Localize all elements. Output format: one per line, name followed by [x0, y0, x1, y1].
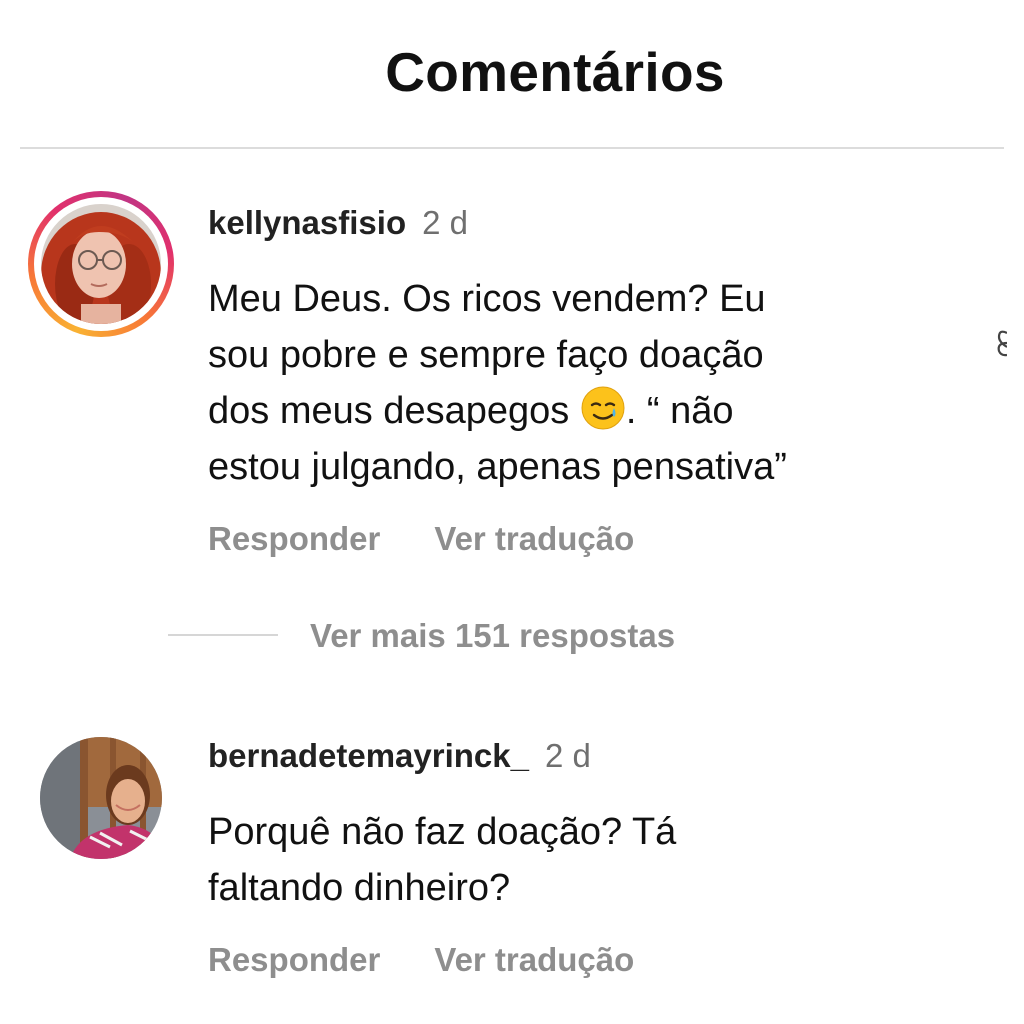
story-ring[interactable]	[28, 191, 174, 337]
comment-text: Meu Deus. Os ricos vendem? Eu sou pobre …	[208, 271, 968, 495]
smiling-face-with-tear-icon	[581, 386, 625, 430]
comment-meta: bernadetemayrinck_ 2 d	[208, 736, 591, 776]
header-divider	[20, 147, 1004, 149]
avatar[interactable]	[40, 737, 162, 859]
comment-text-line: sou pobre e sempre faço doação	[208, 334, 764, 376]
comment-text-line: dos meus desapegos	[208, 390, 580, 432]
comments-header: Comentários	[0, 0, 1024, 149]
timestamp: 2 d	[545, 737, 591, 774]
comment-text-line: Porquê não faz doação? Tá	[208, 811, 677, 853]
username[interactable]: bernadetemayrinck_	[208, 737, 529, 774]
reply-button[interactable]: Responder	[208, 519, 380, 559]
username[interactable]: kellynasfisio	[208, 204, 406, 241]
comment-text-line: Meu Deus. Os ricos vendem? Eu	[208, 278, 766, 320]
avatar-photo	[41, 204, 161, 324]
comment-meta: kellynasfisio 2 d	[208, 203, 468, 243]
view-more-replies-label[interactable]: Ver mais 151 respostas	[310, 616, 675, 656]
comment-text: Porquê não faz doação? Tá faltando dinhe…	[208, 804, 968, 916]
page-title: Comentários	[385, 41, 725, 103]
comment-actions: Responder Ver tradução	[208, 519, 634, 559]
comment-text-line: estou julgando, apenas pensativa”	[208, 446, 787, 488]
translate-button[interactable]: Ver tradução	[434, 519, 634, 559]
timestamp: 2 d	[422, 204, 468, 241]
avatar[interactable]	[41, 204, 161, 324]
reply-button[interactable]: Responder	[208, 940, 380, 980]
comment-actions: Responder Ver tradução	[208, 940, 634, 980]
avatar-photo	[40, 737, 162, 859]
replies-divider-line	[168, 634, 278, 636]
comment-text-line: faltando dinheiro?	[208, 867, 511, 909]
like-heart-icon[interactable]	[993, 327, 1007, 357]
comment-text-line: . “ não	[625, 390, 734, 432]
translate-button[interactable]: Ver tradução	[434, 940, 634, 980]
